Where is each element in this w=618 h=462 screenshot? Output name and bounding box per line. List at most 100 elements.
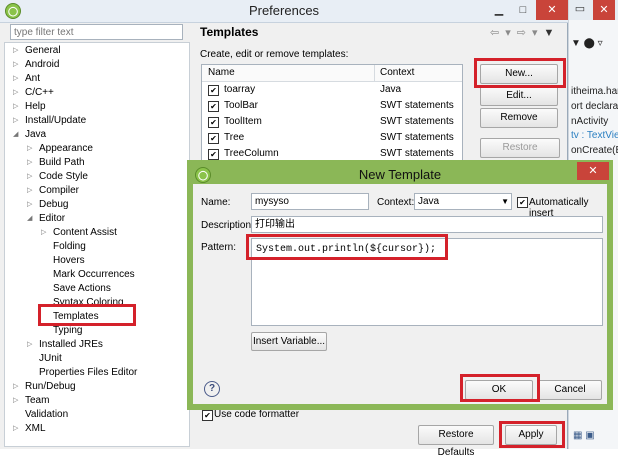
tree-item-appearance[interactable]: ▷ Appearance — [27, 142, 93, 156]
edit-button[interactable]: Edit... — [480, 86, 558, 106]
template-enabled-checkbox[interactable]: ✔ — [208, 133, 219, 144]
tree-item-label: Ant — [25, 73, 41, 84]
collapsed-arrow-icon[interactable]: ▷ — [13, 72, 18, 86]
expanded-arrow-icon[interactable]: ◢ — [13, 128, 18, 142]
column-context-header[interactable]: Context — [380, 67, 414, 78]
collapsed-arrow-icon[interactable]: ▷ — [41, 226, 46, 240]
collapsed-arrow-icon[interactable]: ▷ — [27, 338, 32, 352]
close-icon[interactable]: ✕ — [593, 0, 615, 20]
minimize-icon[interactable]: ▭ — [571, 0, 589, 19]
expanded-arrow-icon[interactable]: ◢ — [27, 212, 32, 226]
window-minimize-icon[interactable]: ▁ — [488, 0, 510, 20]
collapsed-arrow-icon[interactable]: ▷ — [27, 170, 32, 184]
dialog-title: New Template — [358, 167, 442, 182]
template-enabled-checkbox[interactable]: ✔ — [208, 85, 219, 96]
template-enabled-checkbox[interactable]: ✔ — [208, 101, 219, 112]
template-context: SWT statements — [380, 100, 454, 111]
collapsed-arrow-icon[interactable]: ▷ — [27, 198, 32, 212]
tree-item-build-path[interactable]: ▷ Build Path — [27, 156, 85, 170]
new-template-dialog: ◯ New Template ✕ Name: mysyso Context: J… — [187, 160, 613, 410]
collapsed-arrow-icon[interactable]: ▷ — [13, 100, 18, 114]
collapsed-arrow-icon[interactable]: ▷ — [27, 184, 32, 198]
tree-item-java[interactable]: ◢ Java — [13, 128, 46, 142]
table-row[interactable]: ✔ ToolBar SWT statements — [202, 98, 462, 114]
forward-icon[interactable]: ⇨ — [517, 27, 532, 39]
tree-item-team[interactable]: ▷ Team — [13, 394, 50, 408]
tree-item-label: Team — [25, 395, 50, 406]
collapsed-arrow-icon[interactable]: ▷ — [13, 422, 18, 436]
forward-menu-icon[interactable]: ▾ — [532, 27, 544, 39]
tree-item-folding[interactable]: Folding — [53, 240, 86, 254]
tree-item-label: JUnit — [39, 353, 62, 364]
tree-item-debug[interactable]: ▷ Debug — [27, 198, 69, 212]
name-field[interactable]: mysyso — [251, 193, 369, 210]
cancel-button[interactable]: Cancel — [538, 380, 602, 400]
collapsed-arrow-icon[interactable]: ▷ — [13, 380, 18, 394]
tree-item-compiler[interactable]: ▷ Compiler — [27, 184, 80, 198]
context-select[interactable]: Java ▼ — [414, 193, 512, 210]
restore-defaults-button[interactable]: Restore Defaults — [418, 425, 494, 458]
insert-variable-button[interactable]: Insert Variable... — [251, 332, 327, 351]
back-icon[interactable]: ⇦ — [490, 27, 505, 39]
dialog-close-icon[interactable]: ✕ — [577, 162, 609, 180]
window-maximize-icon[interactable]: □ — [512, 0, 534, 20]
pattern-label: Pattern: — [201, 242, 237, 253]
template-context: Java — [380, 84, 402, 95]
collapsed-arrow-icon[interactable]: ▷ — [27, 156, 32, 170]
table-row[interactable]: ✔ toarray Java — [202, 82, 462, 98]
tree-item-hovers[interactable]: Hovers — [53, 254, 85, 268]
dialog-titlebar: ◯ New Template ✕ — [191, 162, 609, 184]
table-row[interactable]: ✔ ToolItem SWT statements — [202, 114, 462, 130]
tree-item-editor[interactable]: ◢ Editor — [27, 212, 65, 226]
remove-button[interactable]: Remove — [480, 108, 558, 128]
tree-item-label: Debug — [39, 199, 69, 210]
filter-input[interactable] — [10, 24, 183, 40]
collapsed-arrow-icon[interactable]: ▷ — [13, 44, 18, 58]
view-menu-icon[interactable]: ▼ — [544, 27, 561, 39]
tree-item-label: Build Path — [39, 157, 85, 168]
tree-item-save-actions[interactable]: Save Actions — [53, 282, 111, 296]
tree-item-help[interactable]: ▷ Help — [13, 100, 46, 114]
preferences-tree: ▷ General ▷ Android ▷ Ant ▷ C/C++ ▷ Help ▷ Install/… — [4, 42, 190, 447]
column-name-header[interactable]: Name — [208, 67, 235, 78]
collapsed-arrow-icon[interactable]: ▷ — [13, 58, 18, 72]
tree-item-label: Android — [25, 59, 60, 70]
tree-item-c-c[interactable]: ▷ C/C++ — [13, 86, 54, 100]
template-enabled-checkbox[interactable]: ✔ — [208, 149, 219, 160]
collapsed-arrow-icon[interactable]: ▷ — [13, 394, 18, 408]
tree-item-validation[interactable]: Validation — [25, 408, 68, 422]
window-close-icon[interactable]: ✕ — [536, 0, 568, 20]
tree-item-android[interactable]: ▷ Android — [13, 58, 60, 72]
tree-item-label: Validation — [25, 409, 69, 420]
tree-item-installed-jres[interactable]: ▷ Installed JREs — [27, 338, 103, 352]
tree-item-install-update[interactable]: ▷ Install/Update — [13, 114, 86, 128]
use-code-formatter-checkbox[interactable]: ✔ — [202, 410, 213, 421]
tree-item-code-style[interactable]: ▷ Code Style — [27, 170, 88, 184]
column-divider[interactable] — [374, 65, 375, 81]
tree-item-general[interactable]: ▷ General — [13, 44, 61, 58]
description-field[interactable]: 打印输出 — [251, 216, 603, 233]
collapsed-arrow-icon[interactable]: ▷ — [13, 114, 18, 128]
tree-item-ant[interactable]: ▷ Ant — [13, 72, 41, 86]
tree-item-label: Compiler — [39, 185, 80, 196]
tree-item-xml[interactable]: ▷ XML — [13, 422, 46, 436]
restore-removed-button[interactable]: Restore Removed — [480, 138, 560, 171]
tree-item-label: Typing — [53, 325, 83, 336]
table-row[interactable]: ✔ Tree SWT statements — [202, 130, 462, 146]
tree-item-label: Installed JREs — [39, 339, 103, 350]
collapsed-arrow-icon[interactable]: ▷ — [27, 142, 32, 156]
tree-item-properties-files-editor[interactable]: Properties Files Editor — [39, 366, 137, 380]
help-icon[interactable]: ? — [204, 381, 220, 397]
collapsed-arrow-icon[interactable]: ▷ — [13, 86, 18, 100]
tree-item-mark-occurrences[interactable]: Mark Occurrences — [53, 268, 135, 282]
chevron-down-icon: ▼ — [501, 197, 509, 206]
tree-item-run-debug[interactable]: ▷ Run/Debug — [13, 380, 76, 394]
tree-item-junit[interactable]: JUnit — [39, 352, 62, 366]
editor-titlebar: ▭ ✕ — [569, 0, 618, 20]
tree-item-content-assist[interactable]: ▷ Content Assist — [41, 226, 117, 240]
template-enabled-checkbox[interactable]: ✔ — [208, 117, 219, 128]
back-menu-icon[interactable]: ▾ — [505, 27, 517, 39]
tree-item-typing[interactable]: Typing — [53, 324, 82, 338]
auto-insert-checkbox[interactable]: ✔ — [517, 197, 528, 208]
tree-item-label: XML — [25, 423, 46, 434]
